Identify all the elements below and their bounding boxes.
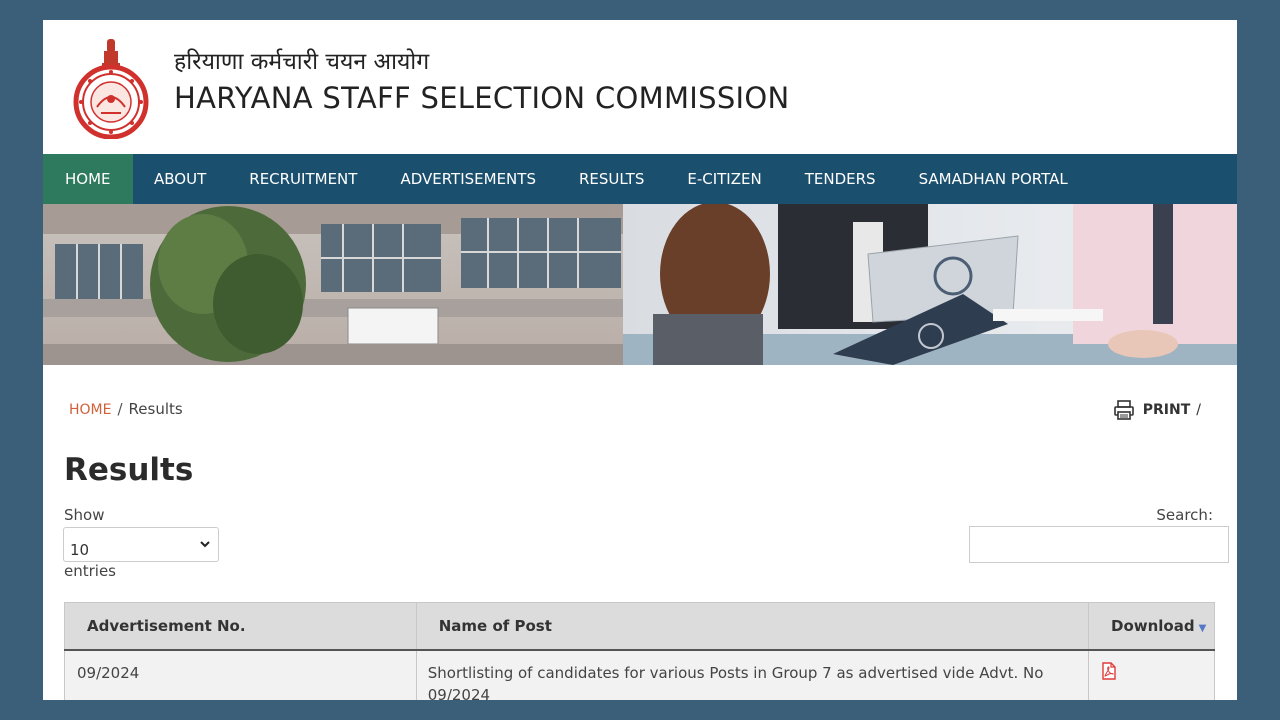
header-banner-image [43, 204, 1237, 365]
main-content: HOME / Results PRINT / Results Show 10 entr… [43, 365, 1237, 700]
nav-item-samadhan-portal[interactable]: SAMADHAN PORTAL [897, 154, 1089, 204]
cell-advertisement-no: 09/2024 [64, 649, 417, 700]
printer-icon [1113, 400, 1134, 420]
entries-per-page-select[interactable]: 10 [63, 527, 219, 562]
page-frame: हरियाणा कर्मचारी चयन आयोग HARYANA STAFF … [43, 20, 1237, 700]
print-separator: / [1196, 402, 1201, 418]
pdf-icon[interactable] [1101, 661, 1117, 680]
print-button[interactable]: PRINT / [1113, 399, 1201, 421]
cell-name-of-post: Shortlisting of candidates for various P… [415, 649, 1090, 700]
results-table: Advertisement No. Name of Post Download ▼… [64, 602, 1215, 700]
show-label: Show [64, 506, 105, 524]
nav-item-advertisements[interactable]: ADVERTISEMENTS [379, 154, 558, 204]
nav-item-about[interactable]: ABOUT [133, 154, 228, 204]
breadcrumb-separator: / [117, 400, 123, 418]
table-header-row: Advertisement No. Name of Post Download ▼ [64, 602, 1215, 651]
breadcrumb-current: Results [128, 400, 183, 418]
search-input[interactable] [969, 526, 1229, 563]
column-header-download[interactable]: Download ▼ [1088, 602, 1215, 651]
cell-download [1088, 649, 1215, 700]
sort-desc-icon: ▼ [1198, 622, 1207, 634]
table-row: 09/2024 Shortlisting of candidates for v… [64, 649, 1215, 700]
column-header-advertisement-no[interactable]: Advertisement No. [64, 602, 417, 651]
entries-label: entries [64, 562, 116, 580]
nav-item-recruitment[interactable]: RECRUITMENT [228, 154, 379, 204]
main-nav: HOME ABOUT RECRUITMENT ADVERTISEMENTS RE… [43, 154, 1237, 204]
site-title-english: HARYANA STAFF SELECTION COMMISSION [174, 81, 790, 115]
nav-item-tenders[interactable]: TENDERS [783, 154, 897, 204]
haryana-emblem-logo [73, 39, 149, 139]
nav-item-results[interactable]: RESULTS [557, 154, 665, 204]
column-header-name-of-post[interactable]: Name of Post [415, 602, 1090, 651]
entries-selected-value: 10 [70, 541, 90, 559]
search-label: Search: [1156, 506, 1213, 524]
nav-item-home[interactable]: HOME [43, 154, 133, 204]
site-title-hindi: हरियाणा कर्मचारी चयन आयोग [174, 49, 430, 75]
chevron-down-icon [200, 541, 210, 548]
download-header-label: Download [1111, 616, 1195, 635]
nav-item-e-citizen[interactable]: E-CITIZEN [666, 154, 783, 204]
site-header: हरियाणा कर्मचारी चयन आयोग HARYANA STAFF … [43, 20, 1237, 154]
print-label: PRINT [1142, 402, 1191, 418]
page-title: Results [64, 452, 194, 488]
breadcrumb: HOME / Results [69, 400, 183, 418]
breadcrumb-home-link[interactable]: HOME [69, 402, 111, 418]
